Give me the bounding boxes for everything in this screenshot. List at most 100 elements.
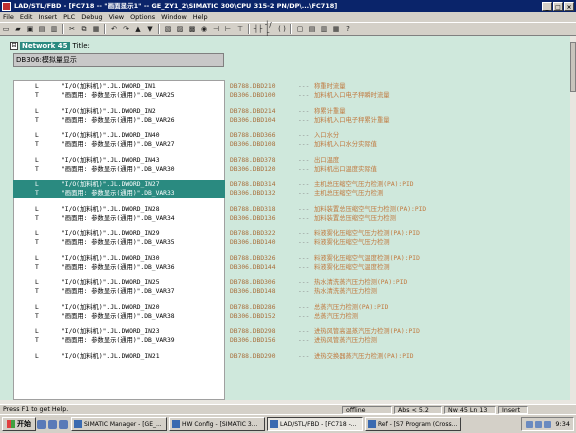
comment-marker: --- (298, 190, 310, 197)
statement-block[interactable]: L "I/O(加料机)".JL.DWORD_IN28 T "画面用: 参数显示(通用)… (13, 205, 225, 223)
box-icon[interactable]: ▢ (295, 24, 305, 34)
network-icon[interactable]: ▩ (187, 24, 197, 34)
statement-block[interactable]: L "I/O(加料机)".JL.DWORD_IN27 T "画面用: 参数显示(通用)… (13, 180, 225, 198)
code-line[interactable]: T "画面用: 参数显示(通用)".DB_VAR34 (13, 214, 225, 223)
menu-options[interactable]: Options (127, 12, 158, 22)
menu-debug[interactable]: Debug (78, 12, 105, 22)
code-line[interactable]: T "画面用: 参数显示(通用)".DB_VAR27 (13, 140, 225, 149)
monitor-icon[interactable]: ◉ (199, 24, 209, 34)
normally-closed-icon[interactable]: ┤/├ (265, 21, 275, 37)
network-title[interactable]: Title: (73, 42, 90, 50)
normally-open-icon[interactable]: ┤├ (253, 24, 263, 34)
minimize-button[interactable]: _ (542, 1, 552, 11)
statement-block[interactable]: L "I/O(加料机)".JL.DWORD_IN21 (13, 352, 225, 370)
statement-block[interactable]: L "I/O(加料机)".JL.DWORD_IN2 T "画面用: 参数显示(通用)"… (13, 107, 225, 125)
statement-block[interactable]: L "I/O(加料机)".JL.DWORD_IN29 T "画面用: 参数显示(通用)… (13, 229, 225, 247)
status-insert: Insert (498, 406, 528, 414)
paste-icon[interactable]: ▦ (91, 24, 101, 34)
statement-block[interactable]: L "I/O(加料机)".JL.DWORD_IN43 T "画面用: 参数显示(通用)… (13, 156, 225, 174)
address-line: DB788.DBD322 --- 料液雾化压缩空气压力检测(PA):PID (230, 229, 570, 238)
menu-plc[interactable]: PLC (60, 12, 78, 22)
statement-block[interactable]: L "I/O(加料机)".JL.DWORD_IN30 T "画面用: 参数显示(通用)… (13, 254, 225, 272)
task-lad-stl-fbd[interactable]: LAD/STL/FBD - [FC718 -... (267, 417, 363, 431)
quicklaunch-ie-icon[interactable] (37, 419, 46, 429)
view-stl-icon[interactable]: ▤ (307, 24, 317, 34)
code-line[interactable]: L "I/O(加料机)".JL.DWORD_IN40 (13, 131, 225, 140)
print-icon[interactable]: ▥ (49, 24, 59, 34)
tray-ime-icon[interactable] (544, 420, 552, 428)
open-icon[interactable]: ▰ (13, 24, 23, 34)
menu-view[interactable]: View (106, 12, 127, 22)
statement-block[interactable]: L "I/O(加料机)".JL.DWORD_IN25 T "画面用: 参数显示(通用)… (13, 278, 225, 296)
statement-block[interactable]: L "I/O(加料机)".JL.DWORD_IN23 T "画面用: 参数显示(通用)… (13, 327, 225, 345)
code-line[interactable]: T "画面用: 参数显示(通用)".DB_VAR36 (13, 263, 225, 272)
menu-window[interactable]: Window (158, 12, 190, 22)
code-line[interactable]: L "I/O(加料机)".JL.DWORD_IN25 (13, 278, 225, 287)
help-icon[interactable]: ? (343, 24, 353, 34)
address-line: DB306.DBD148 --- 热水清洗蒸汽压力检测 (230, 287, 570, 296)
network-label[interactable]: Network 45 (20, 42, 70, 50)
code-line[interactable]: L "I/O(加料机)".JL.DWORD_IN29 (13, 229, 225, 238)
task-hw-config[interactable]: HW Config - [SIMATIC 3... (169, 417, 265, 431)
code-line[interactable]: L "I/O(加料机)".JL.DWORD_IN20 (13, 303, 225, 312)
maximize-button[interactable]: □ (553, 1, 563, 11)
code-line[interactable]: L "I/O(加料机)".JL.DWORD_IN23 (13, 327, 225, 336)
quicklaunch-desktop-icon[interactable] (48, 419, 57, 429)
download-plc-icon[interactable]: ▼ (145, 24, 155, 34)
output-coil-icon[interactable]: ( ) (277, 24, 287, 34)
copy-icon[interactable]: ⧉ (79, 24, 89, 34)
instruction (13, 361, 41, 370)
statement-block[interactable]: L "I/O(加料机)".JL.DWORD_IN20 T "画面用: 参数显示(通用)… (13, 303, 225, 321)
code-line[interactable]: T "画面用: 参数显示(通用)".DB_VAR26 (13, 116, 225, 125)
code-line[interactable]: L "I/O(加料机)".JL.DWORD_IN2 (13, 107, 225, 116)
vertical-scrollbar[interactable] (570, 36, 576, 402)
view-fbd-icon[interactable]: ▦ (331, 24, 341, 34)
menu-edit[interactable]: Edit (17, 12, 36, 22)
statement-block[interactable]: L "I/O(加料机)".JL.DWORD_IN40 T "画面用: 参数显示(通用)… (13, 131, 225, 149)
overview-icon[interactable]: ▨ (175, 24, 185, 34)
close-button[interactable]: × (564, 1, 574, 11)
code-line[interactable]: L "I/O(加料机)".JL.DWORD_IN43 (13, 156, 225, 165)
menu-file[interactable]: File (0, 12, 17, 22)
tray-network-icon[interactable] (526, 420, 534, 428)
network-comment[interactable]: DB306:模拟量显示 (13, 53, 224, 67)
cut-icon[interactable]: ✂ (67, 24, 77, 34)
task-ref[interactable]: Ref - [S7 Program (Cross... (365, 417, 461, 431)
code-line[interactable]: T "画面用: 参数显示(通用)".DB_VAR39 (13, 336, 225, 345)
new-icon[interactable]: ▭ (1, 24, 11, 34)
code-line[interactable]: L "I/O(加料机)".JL.DWORD_IN30 (13, 254, 225, 263)
code-line[interactable]: T "画面用: 参数显示(通用)".DB_VAR30 (13, 165, 225, 174)
task-simatic-manager[interactable]: SIMATIC Manager - [GE_... (71, 417, 167, 431)
coil-icon[interactable]: ⊢ (223, 24, 233, 34)
code-line[interactable]: T "画面用: 参数显示(通用)".DB_VAR35 (13, 238, 225, 247)
upload-icon[interactable]: ▲ (133, 24, 143, 34)
code-line[interactable] (13, 361, 225, 370)
code-line[interactable]: L "I/O(加料机)".JL.DWORD_IN21 (13, 352, 225, 361)
task-label: Ref - [S7 Program (Cross... (378, 420, 458, 428)
statement-block[interactable]: L "I/O(加料机)".JL.DWORD_IN1 T "画面用: 参数显示(通用)"… (13, 82, 225, 100)
code-line[interactable]: L "I/O(加料机)".JL.DWORD_IN1 (13, 82, 225, 91)
code-line[interactable]: L "I/O(加料机)".JL.DWORD_IN28 (13, 205, 225, 214)
branch-icon[interactable]: ⊤ (235, 24, 245, 34)
code-line[interactable]: T "画面用: 参数显示(通用)".DB_VAR33 (13, 189, 225, 198)
code-line[interactable]: T "画面用: 参数显示(通用)".DB_VAR25 (13, 91, 225, 100)
menu-insert[interactable]: Insert (35, 12, 60, 22)
tray-volume-icon[interactable] (535, 420, 543, 428)
address-line: DB788.DBD378 --- 出口温度 (230, 156, 570, 165)
view-lad-icon[interactable]: ▥ (319, 24, 329, 34)
absolute-address: DB306.DBD120 (230, 166, 276, 173)
collapse-icon[interactable]: ⊟ (10, 42, 18, 50)
contact-icon[interactable]: ⊣ (211, 24, 221, 34)
quicklaunch-media-icon[interactable] (59, 419, 68, 429)
download-icon[interactable]: ▤ (37, 24, 47, 34)
menu-help[interactable]: Help (190, 12, 211, 22)
undo-icon[interactable]: ↶ (109, 24, 119, 34)
redo-icon[interactable]: ↷ (121, 24, 131, 34)
code-line[interactable]: T "画面用: 参数显示(通用)".DB_VAR38 (13, 312, 225, 321)
save-icon[interactable]: ▣ (25, 24, 35, 34)
compare-icon[interactable]: ▧ (163, 24, 173, 34)
code-line[interactable]: T "画面用: 参数显示(通用)".DB_VAR37 (13, 287, 225, 296)
start-button[interactable]: 开始 (2, 417, 36, 431)
code-line[interactable]: L "I/O(加料机)".JL.DWORD_IN27 (13, 180, 225, 189)
scroll-thumb[interactable] (570, 42, 576, 92)
